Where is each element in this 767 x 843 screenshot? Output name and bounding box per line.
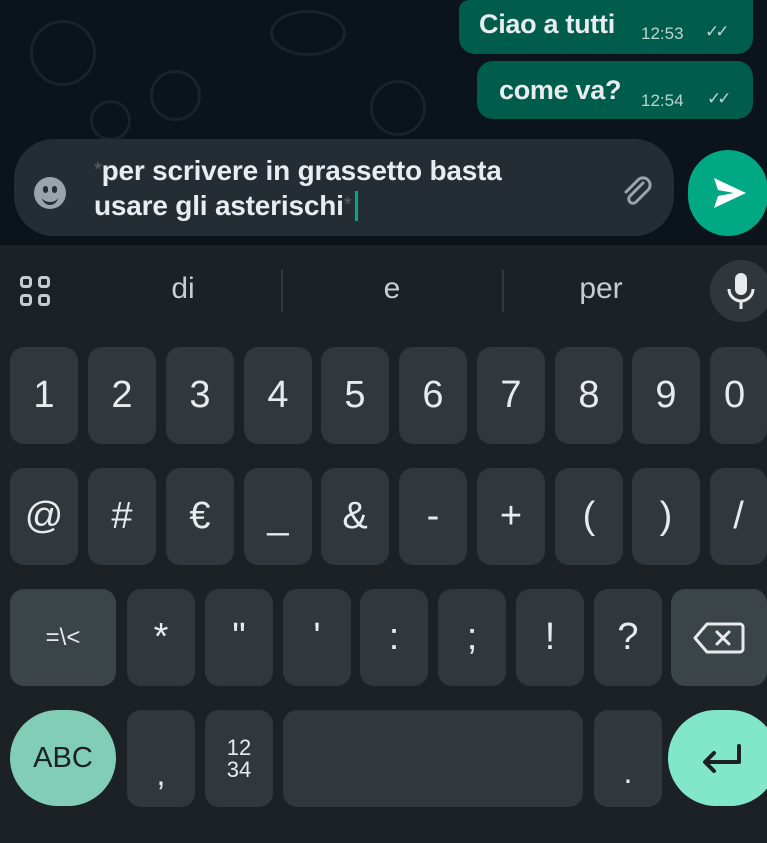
suggestion-word[interactable]: e — [292, 272, 492, 306]
key-semicolon[interactable]: ; — [438, 589, 506, 686]
key-ampersand[interactable]: & — [321, 468, 389, 565]
text-caret — [355, 191, 359, 221]
key-hash[interactable]: # — [88, 468, 156, 565]
emoji-icon[interactable] — [34, 177, 66, 209]
enter-icon — [703, 744, 741, 773]
key-single-quote[interactable]: ' — [283, 589, 351, 686]
numpad-label-bottom: 34 — [226, 756, 252, 782]
microphone-button[interactable] — [710, 260, 767, 322]
key-colon[interactable]: : — [360, 589, 428, 686]
asterisk-marker: * — [94, 159, 102, 181]
message-text: come va? — [499, 75, 622, 105]
message-bubble-outgoing[interactable]: come va? 12:54 ✓✓ — [477, 61, 753, 119]
wallpaper-doodle — [150, 70, 201, 121]
suggestion-word[interactable]: di — [83, 272, 283, 306]
key-exclamation[interactable]: ! — [516, 589, 584, 686]
key-plus[interactable]: + — [477, 468, 545, 565]
key-4[interactable]: 4 — [244, 347, 312, 444]
message-input[interactable]: *per scrivere in grassetto basta usare g… — [14, 139, 674, 236]
key-open-paren[interactable]: ( — [555, 468, 623, 565]
suggestion-word[interactable]: per — [501, 272, 701, 306]
enter-key[interactable] — [668, 710, 767, 806]
key-6[interactable]: 6 — [399, 347, 467, 444]
key-minus[interactable]: - — [399, 468, 467, 565]
backspace-key[interactable] — [671, 589, 767, 686]
suggestion-strip: di e per — [0, 250, 767, 330]
divider — [281, 270, 283, 312]
key-period[interactable]: . — [594, 710, 662, 807]
numpad-label-top: 12 — [226, 734, 252, 760]
wallpaper-doodle — [270, 10, 346, 56]
key-asterisk[interactable]: * — [127, 589, 195, 686]
key-close-paren[interactable]: ) — [632, 468, 700, 565]
space-key[interactable] — [283, 710, 583, 807]
message-text: Ciao a tutti — [479, 9, 615, 39]
message-input-text[interactable]: *per scrivere in grassetto basta usare g… — [94, 153, 614, 223]
key-1[interactable]: 1 — [10, 347, 78, 444]
input-line-2: usare gli asterischi — [94, 190, 344, 221]
key-0[interactable]: 0 — [710, 347, 767, 444]
key-underscore[interactable]: _ — [244, 468, 312, 565]
microphone-icon — [727, 273, 755, 309]
input-line-1: per scrivere in grassetto basta — [101, 155, 502, 186]
send-button[interactable] — [688, 150, 767, 236]
abc-key[interactable]: ABC — [10, 710, 116, 806]
chat-area: Ciao a tutti 12:53 ✓✓ come va? 12:54 ✓✓ … — [0, 0, 767, 245]
key-5[interactable]: 5 — [321, 347, 389, 444]
wallpaper-doodle — [30, 20, 96, 86]
key-double-quote[interactable]: " — [205, 589, 273, 686]
asterisk-marker: * — [343, 194, 352, 216]
key-euro[interactable]: € — [166, 468, 234, 565]
key-comma[interactable]: , — [127, 710, 195, 807]
message-bubble-outgoing[interactable]: Ciao a tutti 12:53 ✓✓ — [459, 0, 753, 54]
key-at[interactable]: @ — [10, 468, 78, 565]
key-slash[interactable]: / — [710, 468, 767, 565]
paperclip-icon[interactable] — [618, 173, 654, 209]
read-ticks-icon: ✓✓ — [707, 89, 731, 108]
send-icon — [714, 178, 746, 208]
message-time: 12:53 — [641, 24, 684, 43]
backspace-icon — [693, 622, 745, 653]
key-7[interactable]: 7 — [477, 347, 545, 444]
key-3[interactable]: 3 — [166, 347, 234, 444]
key-9[interactable]: 9 — [632, 347, 700, 444]
read-ticks-icon: ✓✓ — [705, 22, 729, 41]
apps-grid-icon[interactable] — [18, 274, 62, 314]
more-symbols-key[interactable]: =\< — [10, 589, 116, 686]
key-2[interactable]: 2 — [88, 347, 156, 444]
numpad-key[interactable]: 12 34 — [205, 710, 273, 807]
wallpaper-doodle — [370, 80, 426, 136]
wallpaper-doodle — [90, 100, 131, 141]
key-8[interactable]: 8 — [555, 347, 623, 444]
message-time: 12:54 — [641, 91, 684, 110]
key-question[interactable]: ? — [594, 589, 662, 686]
